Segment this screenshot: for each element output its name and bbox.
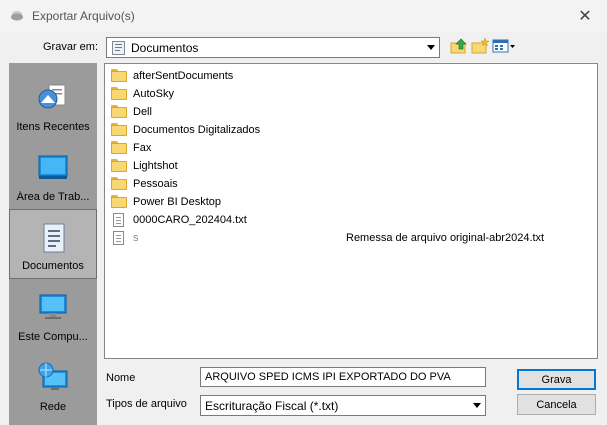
place-recent-items[interactable]: Itens Recentes — [9, 69, 97, 139]
save-in-value: Documentos — [131, 41, 199, 55]
up-folder-icon[interactable] — [450, 37, 468, 55]
folder-icon — [111, 69, 127, 83]
file-type-dropdown[interactable]: Escrituração Fiscal (*.txt) — [200, 395, 486, 416]
place-label: Itens Recentes — [16, 121, 90, 133]
file-name: afterSentDocuments — [133, 70, 234, 82]
dropdown-arrow[interactable] — [470, 397, 484, 414]
network-icon — [38, 362, 68, 390]
name-label: Nome — [106, 372, 136, 384]
close-icon: ✕ — [578, 8, 592, 25]
new-folder-icon[interactable] — [471, 37, 489, 55]
file-list[interactable]: afterSentDocuments AutoSky Dell Document… — [104, 63, 598, 359]
file-name: AutoSky — [133, 88, 174, 100]
file-type-label: Tipos de arquivo — [106, 398, 187, 410]
file-name: Documentos Digitalizados — [133, 124, 261, 136]
file-name: 0000CARO_202404.txt — [133, 214, 247, 226]
folder-icon — [111, 195, 127, 209]
desktop-icon — [38, 155, 68, 179]
file-name: Lightshot — [133, 160, 178, 172]
save-in-label: Gravar em: — [43, 41, 99, 53]
save-button[interactable]: Grava — [517, 369, 596, 390]
place-documents[interactable]: Documentos — [9, 209, 97, 279]
chevron-down-icon — [473, 403, 481, 408]
place-label: Rede — [39, 401, 67, 413]
file-name: Power BI Desktop — [133, 196, 222, 208]
file-name: Fax — [133, 142, 152, 154]
folder-icon — [111, 105, 127, 119]
dropdown-arrow[interactable] — [424, 39, 438, 56]
list-item[interactable]: 0000CARO_202404.txt — [111, 211, 247, 229]
file-name-input[interactable]: ARQUIVO SPED ICMS IPI EXPORTADO DO PVA — [200, 367, 486, 387]
list-item[interactable]: Dell — [111, 103, 152, 121]
file-name-prefix: S — [133, 233, 139, 243]
app-icon — [11, 11, 23, 21]
text-file-icon — [111, 213, 127, 227]
cancel-button[interactable]: Cancela — [517, 394, 596, 415]
list-item[interactable]: afterSentDocuments — [111, 67, 233, 85]
title-bar: Exportar Arquivo(s) ✕ — [0, 0, 607, 32]
list-item[interactable]: Pessoais — [111, 175, 178, 193]
place-label: Área de Trab... — [16, 191, 90, 203]
documents-folder-icon — [112, 41, 125, 55]
list-item[interactable]: Fax — [111, 139, 151, 157]
text-file-icon — [111, 231, 127, 245]
folder-icon — [111, 141, 127, 155]
folder-icon — [111, 159, 127, 173]
close-button[interactable]: ✕ — [563, 0, 607, 32]
file-type-value: Escrituração Fiscal (*.txt) — [205, 399, 339, 413]
view-menu-icon[interactable] — [492, 37, 516, 55]
folder-icon — [111, 123, 127, 137]
recent-items-icon — [38, 84, 66, 109]
place-network[interactable]: Rede — [9, 349, 97, 419]
places-bar: Itens Recentes Área de Trab... Documento… — [9, 63, 97, 425]
place-label: Este Compu... — [18, 331, 88, 343]
place-desktop[interactable]: Área de Trab... — [9, 139, 97, 209]
file-name: Remessa de arquivo original-abr2024.txt — [346, 232, 545, 244]
place-label: Documentos — [22, 260, 84, 272]
save-in-dropdown[interactable]: Documentos — [106, 37, 440, 58]
list-item[interactable]: AutoSky — [111, 85, 174, 103]
folder-icon — [111, 177, 127, 191]
list-item[interactable]: Documentos Digitalizados — [111, 121, 260, 139]
list-item[interactable]: S Remessa de arquivo original-abr2024.tx… — [111, 229, 544, 247]
chevron-down-icon — [427, 45, 435, 50]
file-name: Dell — [133, 106, 152, 118]
documents-icon — [43, 223, 65, 253]
list-item[interactable]: Lightshot — [111, 157, 178, 175]
list-item[interactable]: Power BI Desktop — [111, 193, 221, 211]
this-computer-icon — [39, 294, 67, 319]
place-this-computer[interactable]: Este Compu... — [9, 279, 97, 349]
file-name: Pessoais — [133, 178, 178, 190]
folder-icon — [111, 87, 127, 101]
window-title: Exportar Arquivo(s) — [32, 9, 135, 23]
